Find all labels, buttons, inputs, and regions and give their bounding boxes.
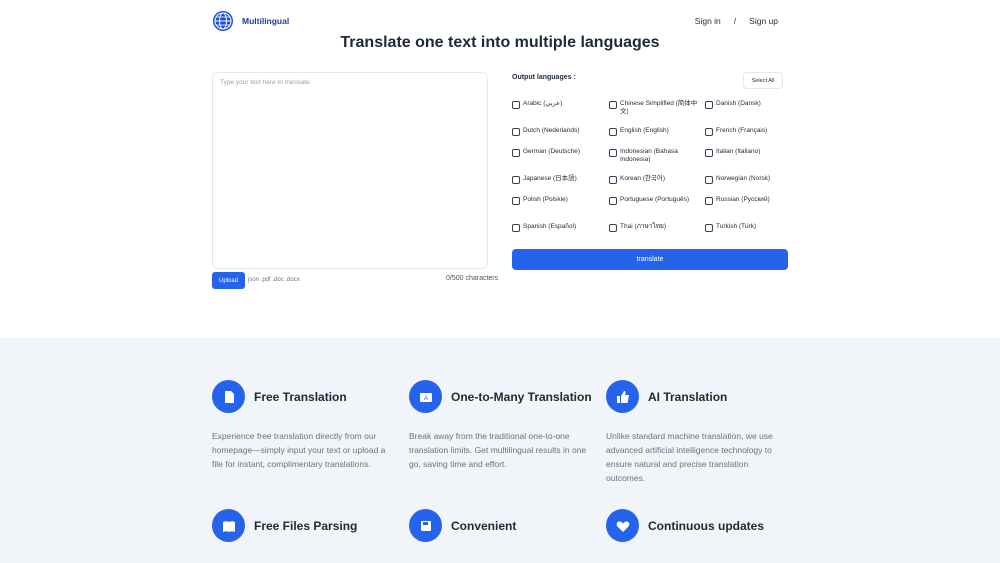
auth-separator: / [733, 16, 737, 26]
feature-title: One-to-Many Translation [451, 390, 592, 404]
language-label: Italian (Italiano) [716, 148, 761, 155]
language-label: Spanish (Español) [523, 223, 577, 230]
language-checkbox[interactable] [609, 197, 617, 205]
language-label: English (English) [620, 127, 669, 134]
language-checkbox[interactable] [512, 197, 520, 205]
language-label: French (Français) [716, 127, 768, 134]
language-option[interactable]: Chinese Simplified (简体中文) [609, 100, 701, 116]
output-languages-label: Output languages : [512, 74, 576, 81]
feature-title: Free Files Parsing [254, 519, 358, 533]
language-checkbox[interactable] [512, 101, 520, 109]
translate-icon: A [409, 380, 442, 413]
language-option[interactable]: Danish (Dansk) [705, 100, 797, 109]
feature-title: Continuous updates [648, 519, 764, 533]
language-checkbox[interactable] [512, 149, 520, 157]
document-icon [212, 380, 245, 413]
language-option[interactable]: Indonesian (Bahasa Indonesia) [609, 148, 701, 164]
feature-title: AI Translation [648, 390, 728, 404]
language-label: Polish (Polskie) [523, 196, 568, 203]
language-checkbox[interactable] [705, 224, 713, 232]
upload-file-types: json .pdf .doc .docx [248, 277, 300, 283]
logo[interactable]: Multilingual [212, 10, 289, 32]
language-label: Dutch (Nederlands) [523, 127, 580, 134]
language-option[interactable]: French (Français) [705, 127, 797, 136]
language-checkbox[interactable] [705, 176, 713, 184]
language-label: Korean (한국어) [620, 175, 666, 182]
page-title: Translate one text into multiple languag… [340, 34, 660, 51]
language-label: Russian (Русский) [716, 196, 770, 203]
language-checkbox[interactable] [512, 128, 520, 136]
feature-title: Convenient [451, 519, 517, 533]
language-label: Indonesian (Bahasa Indonesia) [620, 148, 678, 163]
language-option[interactable]: Thai (ภาษาไทย) [609, 223, 701, 232]
language-option[interactable]: Japanese (日本語) [512, 175, 604, 184]
language-option[interactable]: Turkish (Türk) [705, 223, 797, 232]
language-checkbox[interactable] [609, 149, 617, 157]
language-label: Thai (ภาษาไทย) [620, 223, 667, 230]
language-checkbox[interactable] [609, 224, 617, 232]
language-label: German (Deutsche) [523, 148, 581, 155]
language-option[interactable]: Polish (Polskie) [512, 196, 604, 205]
language-option[interactable]: Arabic (عربي) [512, 100, 604, 109]
language-option[interactable]: Spanish (Español) [512, 223, 604, 232]
thumbs-up-icon [606, 380, 639, 413]
feature-description: Experience free translation directly fro… [212, 431, 386, 469]
feature-description: Unlike standard machine translation, we … [606, 431, 773, 483]
feature-title: Free Translation [254, 390, 347, 404]
language-checkbox[interactable] [609, 128, 617, 136]
source-text-input[interactable] [212, 72, 488, 269]
language-label: Japanese (日本語) [523, 175, 577, 182]
heart-icon [606, 509, 639, 542]
language-checkbox[interactable] [512, 224, 520, 232]
language-checkbox[interactable] [512, 176, 520, 184]
svg-text:A: A [423, 396, 427, 402]
upload-button[interactable]: Upload [212, 272, 245, 289]
language-checkbox[interactable] [705, 149, 713, 157]
language-option[interactable]: English (English) [609, 127, 701, 136]
language-option[interactable]: Russian (Русский) [705, 196, 797, 205]
language-label: Danish (Dansk) [716, 100, 761, 107]
book-icon [212, 509, 245, 542]
language-checkbox[interactable] [609, 101, 617, 109]
sign-up-link[interactable]: Sign up [749, 16, 778, 26]
language-option[interactable]: Korean (한국어) [609, 175, 701, 184]
language-option[interactable]: Dutch (Nederlands) [512, 127, 604, 136]
globe-icon [213, 11, 233, 31]
language-label: Chinese Simplified (简体中文) [620, 100, 698, 115]
translate-button[interactable]: translate [512, 249, 788, 270]
language-option[interactable]: Norwegian (Norsk) [705, 175, 797, 184]
feature-description: Break away from the traditional one-to-o… [409, 431, 587, 469]
language-checkbox[interactable] [705, 101, 713, 109]
language-label: Turkish (Türk) [716, 223, 757, 230]
language-option[interactable]: Italian (Italiano) [705, 148, 797, 157]
select-all-button[interactable]: Select All [743, 72, 783, 89]
save-icon [409, 509, 442, 542]
language-label: Portuguese (Português) [620, 196, 690, 203]
language-checkbox[interactable] [705, 128, 713, 136]
language-option[interactable]: Portuguese (Português) [609, 196, 701, 205]
language-label: Arabic (عربي) [523, 100, 563, 107]
language-checkbox[interactable] [609, 176, 617, 184]
auth-links: Sign in / Sign up [695, 16, 778, 26]
character-count: 0/500 characters [446, 275, 499, 282]
sign-in-link[interactable]: Sign in [695, 16, 721, 26]
logo-text: Multilingual [242, 16, 290, 26]
language-label: Norwegian (Norsk) [716, 175, 771, 182]
language-option[interactable]: German (Deutsche) [512, 148, 604, 157]
features-section: Free Translation Experience free translat… [0, 338, 1000, 563]
language-checkbox[interactable] [705, 197, 713, 205]
